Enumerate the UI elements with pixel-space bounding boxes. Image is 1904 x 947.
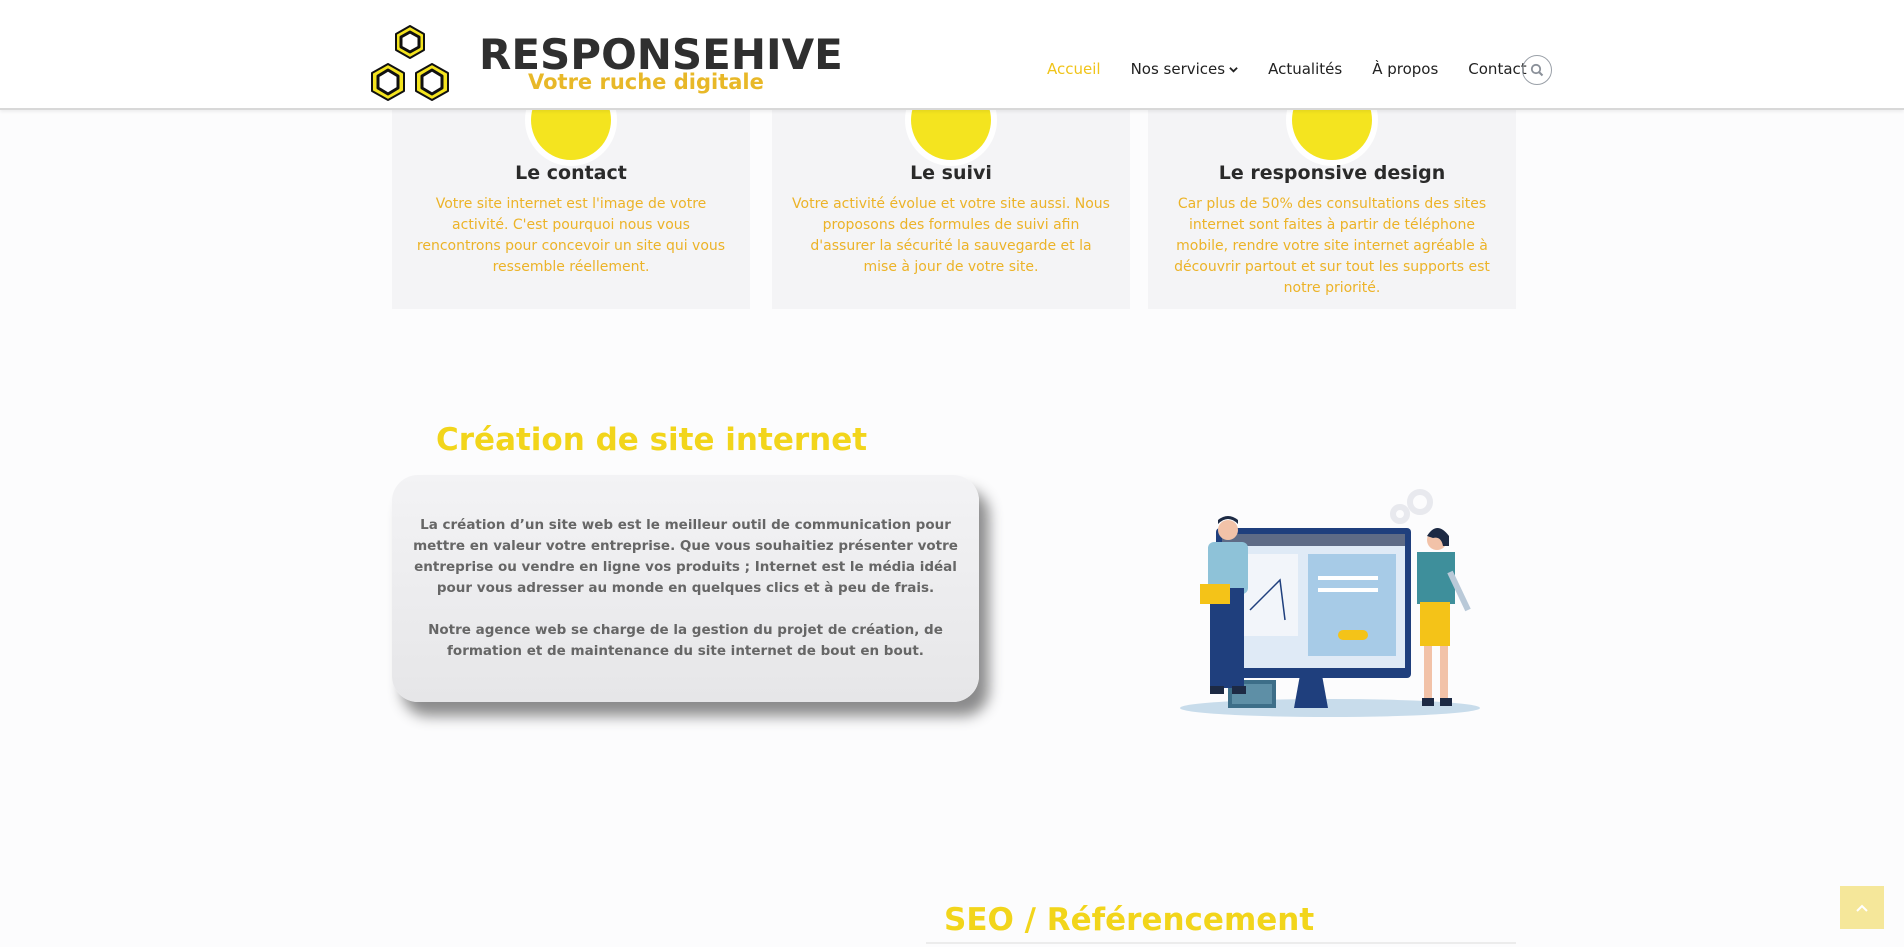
feature-title: Le suivi (910, 162, 992, 184)
back-to-top-button[interactable] (1840, 886, 1884, 929)
brand-tagline: Votre ruche digitale (528, 70, 764, 94)
search-button[interactable] (1522, 55, 1552, 85)
creation-title: Création de site internet (436, 422, 868, 458)
nav-item-label: Nos services (1130, 60, 1226, 78)
seo-title: SEO / Référencement (944, 902, 1315, 938)
creation-text-box: La création d’un site web est le meilleu… (392, 475, 979, 702)
main-nav: Accueil Nos services Actualités À propos… (1047, 57, 1557, 81)
section-divider (926, 942, 1516, 944)
chevron-up-icon (1856, 904, 1868, 912)
feature-text: Votre activité évolue et votre site auss… (792, 196, 1110, 275)
nav-item-accueil[interactable]: Accueil (1047, 60, 1101, 78)
feature-title: Le contact (515, 162, 627, 184)
site-header: RESPONSEHIVE Votre ruche digitale Accuei… (0, 0, 1904, 110)
hive-logo-icon (371, 25, 449, 101)
feature-title: Le responsive design (1218, 162, 1446, 184)
feature-card-responsive: Le responsive design Car plus de 50% des… (1148, 80, 1516, 309)
nav-item-a-propos[interactable]: À propos (1372, 60, 1438, 78)
search-icon (1530, 63, 1544, 77)
nav-item-nos-services[interactable]: Nos services (1131, 60, 1239, 78)
web-design-illustration (1180, 489, 1480, 717)
nav-item-contact[interactable]: Contact (1468, 60, 1526, 78)
logo-link[interactable]: RESPONSEHIVE Votre ruche digitale (364, 24, 843, 110)
feature-card-contact: Le contact Votre site internet est l'ima… (392, 80, 750, 309)
creation-paragraph: Notre agence web se charge de la gestion… (428, 622, 943, 659)
feature-text: Votre site internet est l'image de votre… (416, 196, 726, 275)
feature-text: Car plus de 50% des consultations des si… (1174, 196, 1490, 296)
creation-paragraph: La création d’un site web est le meilleu… (413, 517, 958, 596)
feature-card-suivi: Le suivi Votre activité évolue et votre … (772, 80, 1130, 309)
chevron-down-icon (1229, 66, 1238, 73)
nav-item-actualites[interactable]: Actualités (1268, 60, 1342, 78)
